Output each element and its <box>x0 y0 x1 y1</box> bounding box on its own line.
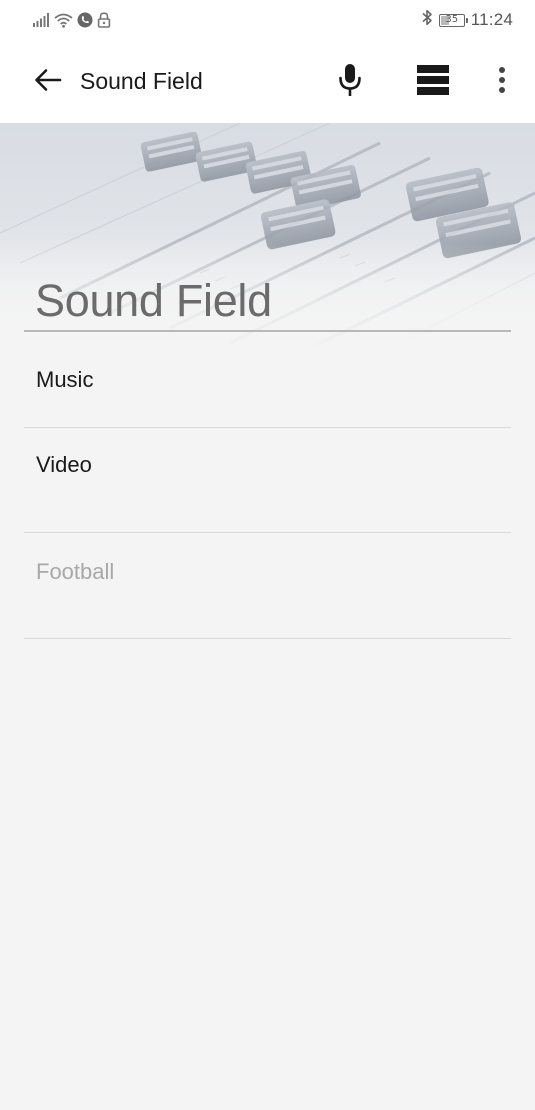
signal-icon <box>33 13 50 27</box>
wifi-icon <box>54 13 73 28</box>
status-right-icons: 35 11:24 <box>422 9 513 31</box>
toolbar: Sound Field <box>0 42 535 123</box>
bluetooth-icon <box>422 9 433 31</box>
more-options-button[interactable] <box>482 62 522 102</box>
battery-level: 35 <box>445 13 459 25</box>
list-item-label: Video <box>36 452 92 477</box>
list-item-label: Music <box>36 367 94 392</box>
back-arrow-icon <box>34 68 62 97</box>
page-heading: Sound Field <box>35 275 272 326</box>
list-item-video[interactable]: Video <box>24 428 511 533</box>
toolbar-title: Sound Field <box>80 68 203 94</box>
list-item-football: Football <box>24 533 511 639</box>
microphone-icon <box>337 63 363 102</box>
heading-divider <box>24 330 511 332</box>
back-button[interactable] <box>30 64 66 100</box>
layout-toggle-button[interactable] <box>413 62 453 102</box>
voice-input-button[interactable] <box>330 62 370 102</box>
lock-icon <box>97 12 111 28</box>
layout-icon <box>417 64 449 100</box>
status-left-icons <box>33 11 111 29</box>
sound-field-list: Music Video Football <box>24 332 511 639</box>
status-bar: 35 11:24 <box>0 0 535 42</box>
battery-icon: 35 <box>438 13 468 27</box>
call-icon <box>77 12 93 28</box>
list-item-music[interactable]: Music <box>24 332 511 428</box>
list-item-label: Football <box>36 559 115 584</box>
status-time: 11:24 <box>470 10 513 29</box>
more-vert-icon <box>498 66 506 99</box>
